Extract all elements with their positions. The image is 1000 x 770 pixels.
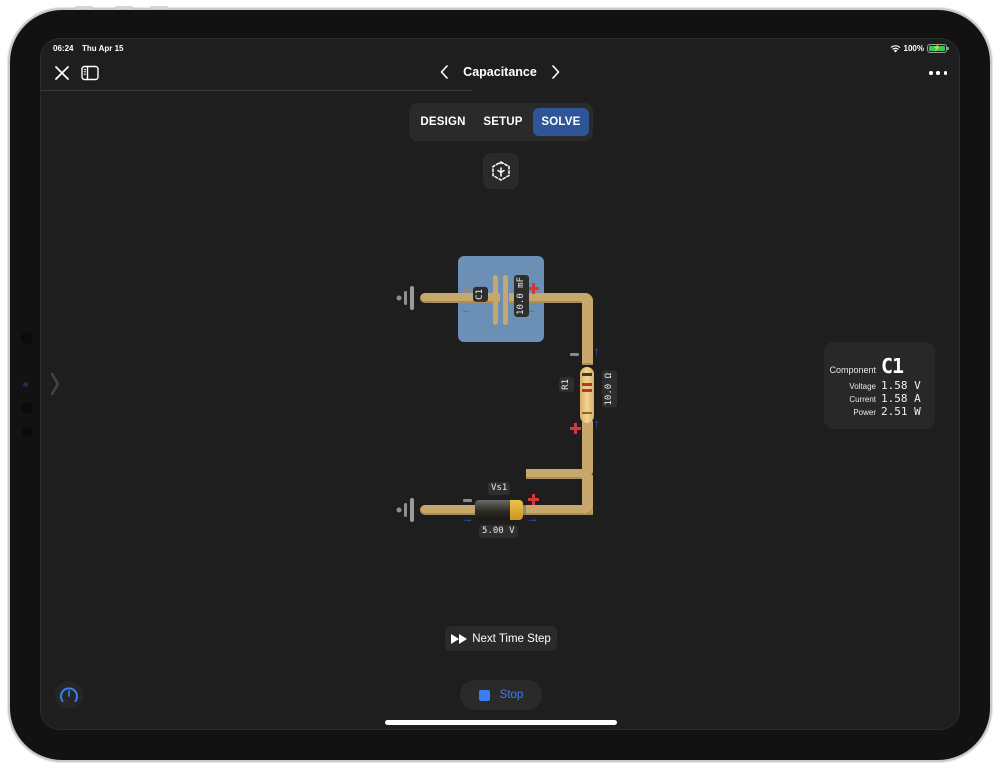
more-icon (943, 71, 947, 75)
plus-sign (528, 494, 539, 505)
info-row-power: Power 2.51 W (853, 405, 923, 418)
tab-solve[interactable]: SOLVE (533, 108, 589, 136)
navigation-bar: Capacitance (41, 59, 959, 91)
battery-percent: 100% (903, 44, 924, 53)
next-time-step-label: Next Time Step (472, 632, 551, 645)
current-arrow-left-icon: ← (461, 304, 472, 316)
wifi-icon (890, 44, 900, 52)
stop-icon (478, 689, 490, 701)
plus-sign (570, 423, 581, 434)
source-name-label: Vs1 (488, 482, 511, 495)
hardware-button (150, 6, 168, 9)
status-right: 100% ⚡ (890, 44, 949, 53)
wire (582, 475, 593, 515)
sensor-dot (21, 402, 33, 414)
stop-label: Stop (499, 689, 524, 701)
plus-sign (528, 283, 539, 294)
front-camera (23, 382, 28, 387)
circuit-canvas: ← ← C1 10.0 mF ↑ ↑ R1 10.0 Ω → → Vs1 5.0… (391, 249, 617, 538)
home-indicator[interactable] (385, 720, 617, 725)
resistor-band (582, 383, 592, 386)
tab-setup[interactable]: SETUP (475, 108, 531, 136)
ground-icon (396, 498, 414, 522)
status-bar: 06:24 Thu Apr 15 100% ⚡ (41, 39, 959, 59)
chevron-right-icon (50, 372, 60, 396)
current-arrow-right-icon: → (462, 513, 473, 525)
app-screen: 06:24 Thu Apr 15 100% ⚡ Capacitance DESI… (40, 38, 960, 730)
battery-fill: ⚡ (929, 45, 945, 52)
more-icon (929, 71, 933, 75)
hardware-button (115, 6, 133, 9)
next-time-step-button[interactable]: Next Time Step (445, 626, 557, 651)
current-arrow-up-icon: ↑ (594, 418, 600, 430)
wire (582, 293, 593, 365)
resistor-band (582, 389, 592, 392)
info-component-row: Component C1 (829, 354, 923, 378)
nav-divider (41, 90, 473, 91)
fast-forward-icon (451, 633, 468, 644)
side-panel-toggle[interactable] (49, 371, 61, 397)
gauge-icon (60, 687, 78, 702)
current-arrow-up-icon: ↑ (594, 346, 600, 358)
more-button[interactable] (929, 65, 947, 81)
source-value-label: 5.00 V (479, 525, 518, 538)
component-label: Component (829, 365, 876, 375)
minus-sign (463, 499, 472, 502)
resistor-value-label: 10.0 Ω (602, 371, 617, 408)
tab-design[interactable]: DESIGN (413, 108, 473, 136)
status-date: Thu Apr 15 (82, 44, 124, 53)
battery-nub (523, 505, 526, 515)
power-label: Power (853, 408, 876, 417)
current-arrow-right-icon: → (527, 513, 538, 525)
resistor-band (582, 373, 592, 376)
capacitor-value-label: 10.0 mF (514, 275, 529, 317)
recenter-cube-icon (492, 161, 510, 181)
next-circuit-button[interactable] (549, 64, 563, 80)
wire (420, 293, 500, 303)
battery-charging-icon: ⚡ (927, 44, 949, 53)
current-label: Current (849, 395, 876, 404)
current-value: 1.58 A (881, 392, 921, 405)
previous-circuit-button[interactable] (437, 64, 451, 80)
battery-terminal (510, 500, 523, 520)
stop-button[interactable]: Stop (460, 680, 542, 710)
mode-segmented-control: DESIGN SETUP SOLVE (409, 103, 593, 141)
resistor-name-label: R1 (559, 377, 574, 392)
voltage-source-vs1[interactable] (475, 500, 523, 520)
chevron-left-icon (440, 65, 448, 79)
sensor-dot (22, 427, 32, 437)
page-title: Capacitance (463, 65, 537, 79)
ground-icon (396, 286, 414, 310)
capacitor-name-label: C1 (473, 287, 488, 302)
speed-gauge-button[interactable] (55, 681, 83, 709)
camera-dot (21, 332, 33, 344)
voltage-label: Voltage (849, 382, 876, 391)
title-group: Capacitance (41, 64, 959, 80)
hardware-button (75, 6, 93, 9)
recenter-button[interactable] (483, 153, 519, 189)
power-value: 2.51 W (881, 405, 921, 418)
component-info-panel: Component C1 Voltage 1.58 V Current 1.58… (824, 342, 935, 429)
chevron-right-icon (552, 65, 560, 79)
capacitor-plate (503, 275, 508, 325)
more-icon (936, 71, 940, 75)
component-value: C1 (881, 354, 904, 378)
resistor-r1[interactable] (580, 367, 594, 423)
status-time: 06:24 (53, 44, 74, 53)
info-row-current: Current 1.58 A (849, 392, 923, 405)
resistor-band (582, 412, 592, 414)
voltage-value: 1.58 V (881, 379, 921, 392)
capacitor-plate (493, 275, 498, 325)
info-row-voltage: Voltage 1.58 V (849, 379, 923, 392)
minus-sign (570, 353, 579, 356)
minus-sign (463, 288, 472, 291)
